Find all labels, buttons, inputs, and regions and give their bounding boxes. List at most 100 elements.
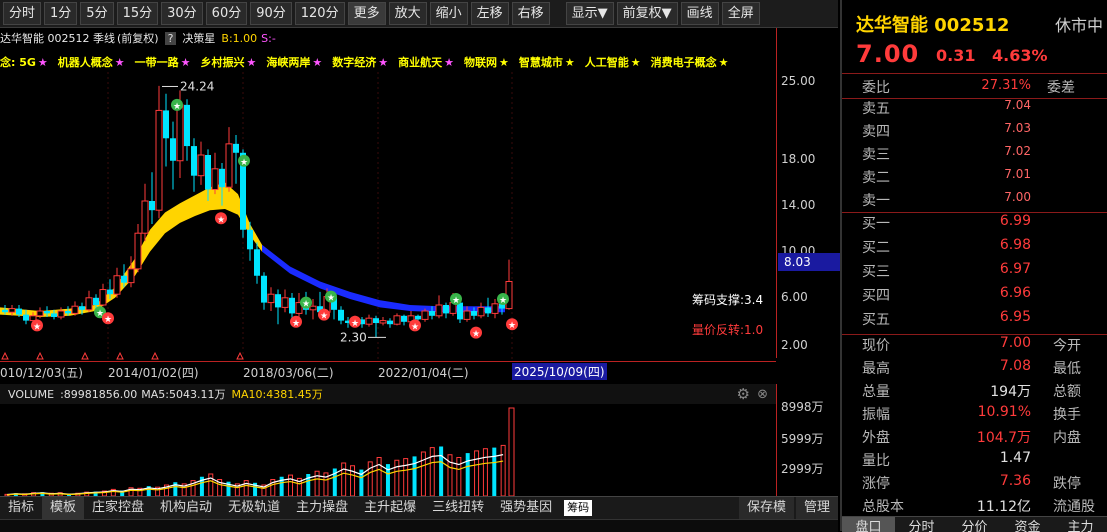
toolbar-button-14[interactable]: 前复权▼ (616, 2, 678, 25)
toolbar-button-8[interactable]: 更多 (347, 2, 386, 25)
toolbar-button-7[interactable]: 120分 (294, 2, 345, 25)
stock-info-bar: 达华智能 002512 季线 (前复权) ? 决策星 B:1.00 S:- (0, 28, 780, 48)
indicator-tab[interactable]: 主力操盘 (288, 497, 356, 519)
candle-body (191, 146, 197, 176)
toolbar-button-16[interactable]: 全屏 (721, 2, 760, 25)
concept-tag[interactable]: 人工智能 ★ (585, 54, 641, 70)
concept-tag[interactable]: 智慧城市 ★ (519, 54, 575, 70)
quote-panel-tab[interactable]: 主力 (1054, 517, 1107, 532)
quote-row: 最高 7.08 最低 (842, 358, 1107, 381)
volume-tick: 2999万 (781, 462, 824, 476)
bid-price: 6.95 (999, 309, 1031, 325)
toolbar-button-3[interactable]: 15分 (116, 2, 159, 25)
date-tick: 2018/03/06(二) (243, 366, 334, 380)
toolbar-button-15[interactable]: 画线 (680, 2, 719, 25)
close-icon[interactable]: ⊗ (757, 387, 768, 402)
candle-body (23, 314, 29, 321)
indicator-tab[interactable]: 管理 (795, 497, 838, 519)
toolbar-button-6[interactable]: 90分 (250, 2, 292, 25)
candle-body (57, 310, 65, 318)
indicator-tab[interactable]: 模板 (42, 497, 85, 519)
concept-tag[interactable]: 数字经济 ★ (332, 54, 388, 70)
indicator-tab[interactable]: 三线扭转 (424, 497, 492, 519)
strategy-b: B:1.00 (221, 31, 258, 45)
candle-body (211, 168, 219, 191)
concept-tag[interactable]: 乡村振兴 ★ (201, 54, 257, 70)
market-status: 休市中 (1054, 16, 1103, 35)
kline-chart[interactable]: ★★★★★★★★★★★ ★★★★★24.242.30筹码支撑:3.4量价反转:1.… (0, 72, 776, 362)
signal-marker-glyph: ★ (173, 102, 181, 112)
candle-body (71, 305, 79, 314)
period-marker (36, 351, 44, 360)
price-change-pct: 4.63% (992, 46, 1048, 65)
toolbar-button-12[interactable]: 右移 (511, 2, 550, 25)
strategy-label[interactable]: 决策星 (182, 30, 215, 46)
toolbar-button-1[interactable]: 1分 (44, 2, 78, 25)
quote-row: 外盘 104.7万 内盘 (842, 427, 1107, 450)
price-axis: 25.00 18.00 14.00 10.00 6.00 2.00 (776, 28, 839, 358)
volume-axis: 8998万 5999万 2999万 (776, 384, 839, 496)
quote-panel: 达华智能 002512 休市中 7.00 0.31 4.63% 委比 27.31… (840, 0, 1107, 532)
indicator-tab[interactable]: 保存模 (738, 497, 794, 519)
volume-ma10: MA10:4381.45万 (231, 388, 323, 401)
quote-row: 卖二 7.01 (842, 167, 1107, 190)
concept-tag[interactable]: 机器人概念 ★ (58, 54, 125, 70)
concept-tag[interactable]: 商业航天 ★ (398, 54, 454, 70)
volume-value: :89981856.00 (60, 387, 138, 401)
indicator-tab[interactable]: 筹码 (564, 500, 593, 516)
quote-panel-tab[interactable]: 分时 (895, 517, 948, 532)
indicator-tab[interactable]: 强势基因 (492, 497, 560, 519)
quote-row: 卖三 7.02 (842, 144, 1107, 167)
toolbar-button-5[interactable]: 60分 (205, 2, 248, 25)
toolbar-button-13[interactable]: 显示▼ (565, 2, 614, 25)
concept-tag[interactable]: 消费电子概念 ★ (651, 54, 729, 70)
candle-body (134, 232, 142, 270)
volume-ma5: MA5:5043.11万 (141, 388, 226, 401)
toolbar-button-9[interactable]: 放大 (388, 2, 427, 25)
volume-tick: 5999万 (781, 432, 824, 446)
candle-body (485, 307, 491, 314)
help-button[interactable]: ? (164, 31, 177, 45)
concept-prefix[interactable]: 念: 5G ★ (0, 54, 48, 70)
quote-panel-tabs: 盘口 分时 分价 资金 主力 (842, 516, 1107, 532)
toolbar-button-10[interactable]: 缩小 (429, 2, 468, 25)
indicator-tab[interactable]: 庄家控盘 (84, 497, 152, 519)
quote-label: 买一 (862, 216, 890, 232)
toolbar-button-2[interactable]: 5分 (80, 2, 114, 25)
toolbar-button-0[interactable]: 分时 (3, 2, 42, 25)
concept-tag[interactable]: 一带一路 ★ (135, 54, 191, 70)
ask-price: 7.02 (1004, 144, 1031, 158)
volume-bar (492, 447, 497, 496)
quote-row: 现价 7.00 今开 (842, 335, 1107, 358)
candle-body (44, 311, 50, 314)
candle-body (85, 297, 93, 311)
indicator-tab[interactable]: 主升起爆 (356, 497, 424, 519)
stat-value: 1.47 (999, 450, 1031, 466)
weicha-label: 委差 (1047, 80, 1075, 96)
weibi-label: 委比 (862, 80, 890, 96)
stock-name-code: 达华智能 002512 季线 (0, 32, 115, 45)
bottom-scrollbar[interactable] (0, 519, 838, 532)
candle-body (16, 308, 22, 315)
quote-panel-tab[interactable]: 分价 (948, 517, 1001, 532)
quote-panel-tab[interactable]: 资金 (1001, 517, 1054, 532)
price-tick: 25.00 (781, 74, 816, 88)
candle-body (443, 305, 449, 314)
quote-panel-tab[interactable]: 盘口 (842, 517, 895, 532)
indicator-tab[interactable]: 无极轨道 (220, 497, 288, 519)
period-marker (81, 351, 89, 360)
price-tick: 14.00 (781, 198, 816, 212)
period-toolbar: 分时 1分 5分 15分 30分 60分 90分 120分 更多 放大 缩小 左移 右移 显示▼ 前复权▼ 画… (0, 0, 838, 28)
star-icon: ★ (180, 56, 191, 69)
candle-body (225, 143, 233, 188)
concept-tag[interactable]: 物联网 ★ (464, 54, 509, 70)
indicator-tab[interactable]: 机构启动 (152, 497, 220, 519)
signal-marker-glyph: ★ (240, 158, 248, 168)
concept-tag[interactable]: 海峡两岸 ★ (266, 54, 322, 70)
toolbar-button-11[interactable]: 左移 (470, 2, 509, 25)
indicator-tab[interactable]: 指标 (0, 497, 42, 519)
volume-bar (314, 470, 320, 496)
toolbar-button-4[interactable]: 30分 (161, 2, 203, 25)
signal-marker-glyph: ★ (411, 322, 419, 332)
gear-icon[interactable]: ⚙ (737, 385, 750, 403)
